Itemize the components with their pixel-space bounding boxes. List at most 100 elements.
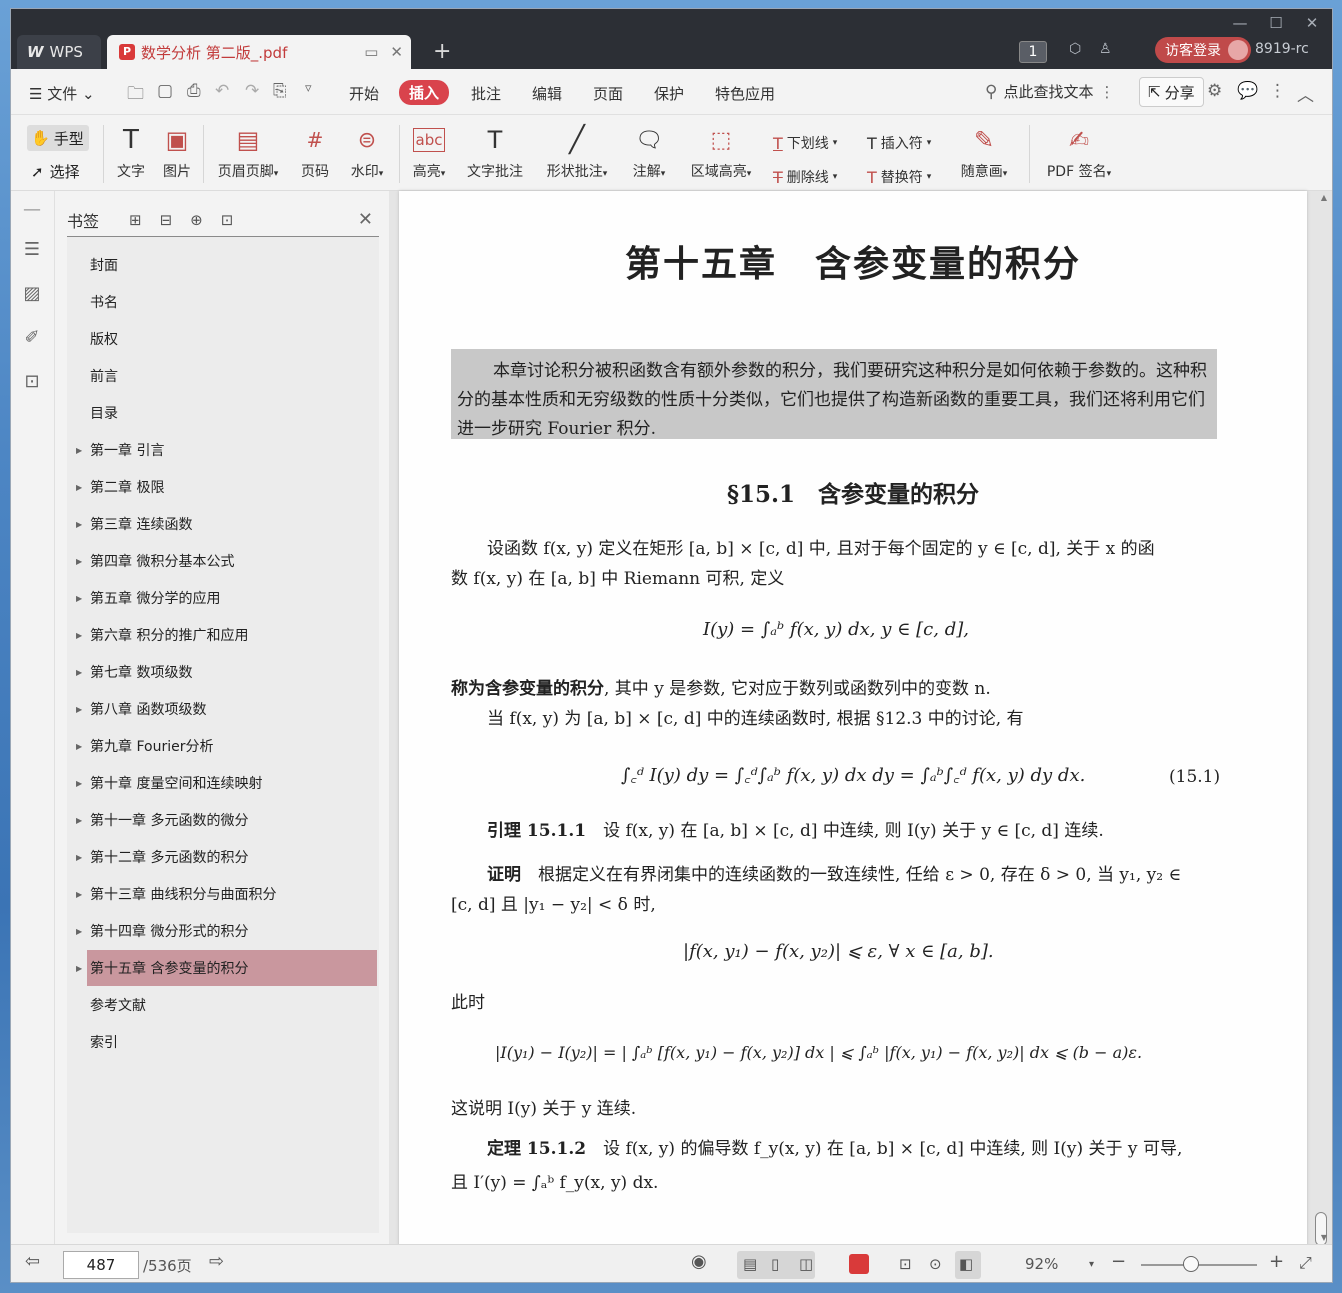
bookmark-item[interactable]: ▶ 第八章 函数项级数 xyxy=(76,691,377,727)
bookmark-list-icon[interactable]: ☰ xyxy=(21,239,43,261)
open-folder-icon[interactable]: 🗀 xyxy=(127,81,144,110)
document-viewport[interactable]: 第十五章 含参变量的积分 本章讨论积分被积函数含有额外参数的积分，我们要研究这种… xyxy=(389,191,1332,1251)
bookmark-item[interactable]: 目录 xyxy=(87,395,377,431)
thumbnail-icon[interactable]: ▨ xyxy=(21,283,43,305)
tab-comment[interactable]: 批注 xyxy=(471,83,501,104)
expand-arrow-icon[interactable]: ▶ xyxy=(76,853,82,862)
bookmark-item[interactable]: ▶ 第十章 度量空间和连续映射 xyxy=(76,765,377,801)
tab-special[interactable]: 特色应用 xyxy=(715,83,775,104)
bookmark-item[interactable]: 参考文献 xyxy=(87,987,377,1023)
expand-arrow-icon[interactable]: ▶ xyxy=(76,446,82,455)
replace-mark-button[interactable]: T 替换符 ▾ xyxy=(867,167,931,187)
skin-icon[interactable]: ⬡ xyxy=(1069,41,1081,57)
tab-float-window-icon[interactable]: ▭ xyxy=(364,43,378,61)
tab-edit[interactable]: 编辑 xyxy=(532,83,562,104)
more-options-icon[interactable]: ⋮ xyxy=(1269,81,1286,101)
expand-arrow-icon[interactable]: ▶ xyxy=(76,742,82,751)
page-number-input[interactable]: 487 xyxy=(63,1251,139,1279)
window-count-badge[interactable]: 1 xyxy=(1019,41,1047,63)
expand-arrow-icon[interactable]: ▶ xyxy=(76,668,82,677)
export-icon[interactable]: ⎘ xyxy=(273,81,287,101)
annotation-button[interactable]: 🗨 注解▾ xyxy=(627,123,671,181)
bookmark-item[interactable]: 书名 xyxy=(87,284,377,320)
chat-icon[interactable]: 💬 xyxy=(1237,81,1258,101)
area-highlight-button[interactable]: ⬚ 区域高亮▾ xyxy=(685,123,757,181)
expand-all-icon[interactable]: ⊞ xyxy=(129,211,142,229)
insert-mark-button[interactable]: T 插入符 ▾ xyxy=(867,133,931,153)
vertical-scrollbar[interactable]: ▲ ▼ xyxy=(1315,191,1330,1246)
expand-arrow-icon[interactable]: ▶ xyxy=(76,483,82,492)
prev-page-icon[interactable]: ⇦ xyxy=(25,1251,40,1272)
save-icon[interactable]: ▢ xyxy=(157,81,173,101)
bookmark-item[interactable]: ▶ 第十四章 微分形式的积分 xyxy=(76,913,377,949)
expand-arrow-icon[interactable]: ▶ xyxy=(76,705,82,714)
tab-document[interactable]: P 数学分析 第二版_.pdf ▭ ✕ xyxy=(107,35,411,69)
tab-start[interactable]: 开始 xyxy=(349,83,379,104)
single-page-view-icon[interactable]: ▯ xyxy=(771,1255,779,1273)
underline-button[interactable]: T 下划线 ▾ xyxy=(773,133,837,153)
insert-text-button[interactable]: T 文字 xyxy=(113,123,149,181)
zoom-level[interactable]: 92% xyxy=(1025,1255,1058,1273)
tab-wps-home[interactable]: W WPS xyxy=(17,35,101,69)
signature-list-icon[interactable]: ⊡ xyxy=(21,371,43,393)
tab-insert[interactable]: 插入 xyxy=(399,80,450,105)
add-bookmark-icon[interactable]: ⊕ xyxy=(190,211,203,229)
fullscreen-icon[interactable]: ⤢ xyxy=(1299,1253,1312,1273)
bookmark-item[interactable]: 前言 xyxy=(87,358,377,394)
tab-protect[interactable]: 保护 xyxy=(654,83,684,104)
scroll-down-arrow-icon[interactable]: ▼ xyxy=(1321,1233,1327,1242)
expand-arrow-icon[interactable]: ▶ xyxy=(76,964,82,973)
bookmark-item[interactable]: 索引 xyxy=(87,1024,377,1060)
bookmark-item[interactable]: ▶ 第四章 微积分基本公式 xyxy=(76,543,377,579)
new-tab-button[interactable]: + xyxy=(433,39,451,64)
bookmark-item[interactable]: ▶ 第五章 微分学的应用 xyxy=(76,580,377,616)
maximize-button[interactable]: ☐ xyxy=(1265,14,1287,32)
actual-size-icon[interactable]: ⊡ xyxy=(899,1255,912,1273)
scroll-up-arrow-icon[interactable]: ▲ xyxy=(1321,193,1327,202)
expand-arrow-icon[interactable]: ▶ xyxy=(76,890,82,899)
collapse-ribbon-icon[interactable]: ︿ xyxy=(1297,81,1314,106)
share-button[interactable]: ⇱ 分享 xyxy=(1139,77,1204,107)
zoom-dropdown-icon[interactable]: ▾ xyxy=(1089,1259,1094,1270)
bookmark-item[interactable]: ▶ 第六章 积分的推广和应用 xyxy=(76,617,377,653)
zoom-out-icon[interactable]: − xyxy=(1111,1251,1126,1272)
bookmark-item[interactable]: ▶ 第十一章 多元函数的微分 xyxy=(76,802,377,838)
bookmark-item[interactable]: ▶ 第九章 Fourier分析 xyxy=(76,728,377,764)
zoom-slider-handle[interactable] xyxy=(1183,1256,1199,1272)
tab-page[interactable]: 页面 xyxy=(593,83,623,104)
header-footer-button[interactable]: ▤ 页眉页脚▾ xyxy=(211,123,285,181)
strikethrough-button[interactable]: T 删除线 ▾ xyxy=(773,167,837,187)
hand-tool-button[interactable]: ✋ 手型 xyxy=(27,125,89,151)
settings-gear-icon[interactable]: ⚙ xyxy=(1207,81,1222,101)
bookmark-item[interactable]: 版权 xyxy=(87,321,377,357)
user-name[interactable]: 8919-rc xyxy=(1255,41,1309,57)
insert-image-button[interactable]: ▣ 图片 xyxy=(159,123,195,181)
expand-arrow-icon[interactable]: ▶ xyxy=(76,779,82,788)
redo-icon[interactable]: ↷ xyxy=(245,81,259,101)
shape-comment-button[interactable]: ╱ 形状批注▾ xyxy=(541,123,613,181)
zoom-in-icon[interactable]: + xyxy=(1269,1251,1284,1272)
fit-width-icon[interactable]: ◧ xyxy=(959,1255,973,1273)
file-menu[interactable]: ☰ 文件 ⌄ xyxy=(29,83,95,104)
shirt-icon[interactable]: ♙ xyxy=(1099,41,1112,57)
expand-arrow-icon[interactable]: ▶ xyxy=(76,520,82,529)
tab-close-icon[interactable]: ✕ xyxy=(390,43,403,61)
watermark-button[interactable]: ⊜ 水印▾ xyxy=(345,123,389,181)
bookmark-item[interactable]: ▶ 第十二章 多元函数的积分 xyxy=(76,839,377,875)
text-comment-button[interactable]: T 文字批注 xyxy=(463,123,527,181)
bookmark-item[interactable]: 封面 xyxy=(87,247,377,283)
bookmark-item[interactable]: ▶ 第七章 数项级数 xyxy=(76,654,377,690)
bookmark-item[interactable]: ▶ 第二章 极限 xyxy=(76,469,377,505)
expand-arrow-icon[interactable]: ▶ xyxy=(76,594,82,603)
continuous-view-icon[interactable]: ▤ xyxy=(743,1255,757,1273)
two-page-view-icon[interactable]: ◫ xyxy=(799,1255,813,1273)
more-vertical-icon[interactable]: ⋮ xyxy=(1099,83,1114,101)
fit-page-icon[interactable]: ⊙ xyxy=(929,1255,942,1273)
bookmark-item[interactable]: ▶ 第十五章 含参变量的积分 xyxy=(76,950,377,986)
freehand-button[interactable]: ✎ 随意画▾ xyxy=(955,123,1013,181)
bookmark-item[interactable]: ▶ 第十三章 曲线积分与曲面积分 xyxy=(76,876,377,912)
annotation-list-icon[interactable]: ✐ xyxy=(21,327,43,349)
print-icon[interactable]: ⎙ xyxy=(187,81,201,101)
expand-arrow-icon[interactable]: ▶ xyxy=(76,816,82,825)
expand-arrow-icon[interactable]: ▶ xyxy=(76,631,82,640)
